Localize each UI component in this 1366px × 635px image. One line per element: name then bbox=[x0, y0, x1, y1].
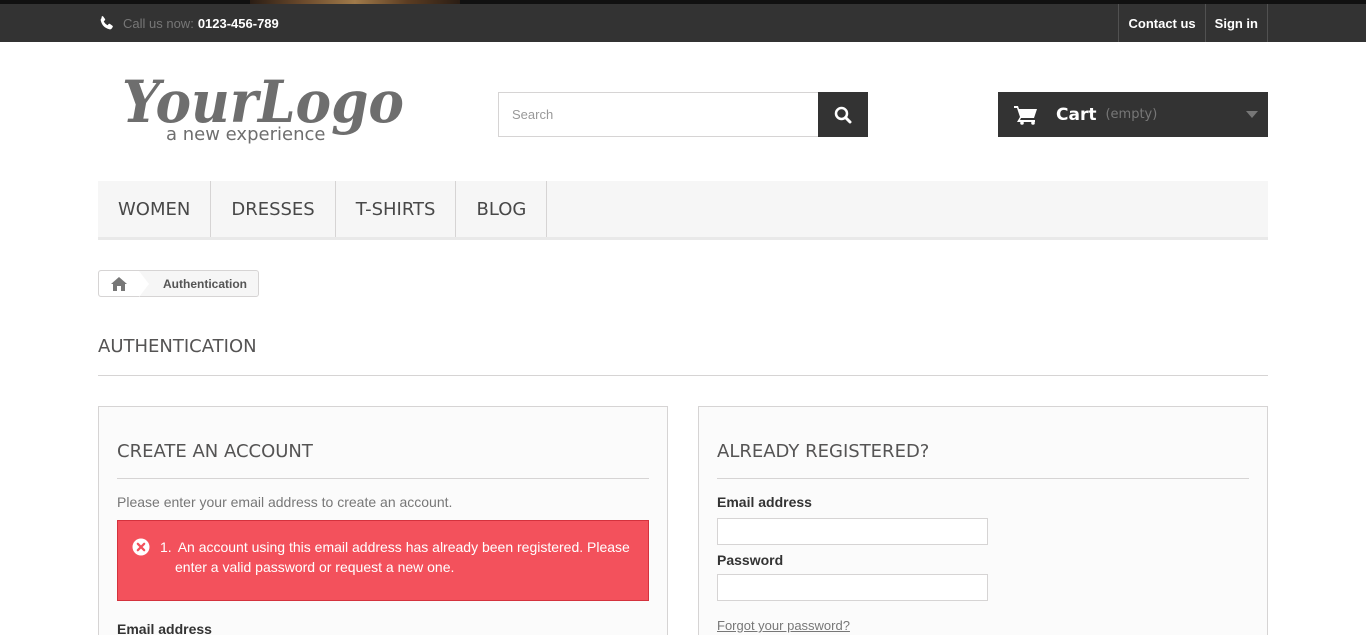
phone-number: 0123-456-789 bbox=[197, 15, 279, 31]
create-account-title: CREATE AN ACCOUNT bbox=[117, 441, 649, 479]
banner-strip bbox=[250, 0, 460, 4]
password-field[interactable] bbox=[717, 574, 988, 601]
error-text: An account using this email address has … bbox=[175, 539, 630, 575]
sign-in-link[interactable]: Sign in bbox=[1204, 4, 1268, 42]
create-email-label: Email address bbox=[117, 621, 212, 635]
search-button[interactable] bbox=[818, 92, 868, 137]
phone-icon bbox=[100, 15, 113, 29]
error-number: 1. bbox=[160, 539, 172, 555]
menu-item-women[interactable]: WOMEN bbox=[98, 181, 212, 237]
search-bar bbox=[498, 92, 868, 137]
create-account-panel: CREATE AN ACCOUNT Please enter your emai… bbox=[98, 406, 668, 635]
contact-us-link[interactable]: Contact us bbox=[1118, 4, 1204, 42]
breadcrumb-home[interactable] bbox=[99, 271, 139, 296]
error-message: 1. An account using this email address ha… bbox=[160, 537, 634, 577]
cart-button[interactable]: Cart (empty) bbox=[998, 92, 1268, 137]
password-label: Password bbox=[717, 552, 784, 568]
home-icon bbox=[111, 276, 127, 291]
logo-tagline: a new experience bbox=[166, 124, 325, 145]
call-us: Call us now: 0123-456-789 bbox=[98, 12, 279, 34]
cart-status: (empty) bbox=[1105, 107, 1158, 122]
menu-item-t-shirts[interactable]: T-SHIRTS bbox=[336, 181, 457, 237]
login-panel: ALREADY REGISTERED? Email address Passwo… bbox=[698, 406, 1268, 635]
main-menu: WOMEN DRESSES T-SHIRTS BLOG bbox=[98, 181, 1268, 240]
top-bar: Call us now: 0123-456-789 Contact us Sig… bbox=[0, 0, 1366, 42]
cart-icon bbox=[1014, 105, 1037, 125]
call-us-label: Call us now: bbox=[123, 15, 194, 31]
menu-item-blog[interactable]: BLOG bbox=[456, 181, 548, 237]
search-input[interactable] bbox=[498, 92, 818, 137]
error-list: 1. An account using this email address ha… bbox=[160, 537, 634, 600]
forgot-password-link[interactable]: Forgot your password? bbox=[717, 618, 850, 633]
breadcrumb-separator bbox=[139, 270, 149, 297]
breadcrumb-current: Authentication bbox=[163, 276, 247, 291]
chevron-down-icon[interactable] bbox=[1246, 111, 1258, 119]
breadcrumb: Authentication bbox=[98, 270, 259, 297]
close-icon bbox=[132, 538, 150, 556]
menu-item-dresses[interactable]: DRESSES bbox=[211, 181, 336, 237]
create-account-intro: Please enter your email address to creat… bbox=[117, 494, 453, 510]
login-title: ALREADY REGISTERED? bbox=[717, 441, 1249, 479]
email-field[interactable] bbox=[717, 518, 988, 545]
login-form: Email address Password Forgot your passw… bbox=[717, 494, 1249, 635]
error-alert: 1. An account using this email address ha… bbox=[117, 520, 649, 601]
top-links: Contact us Sign in bbox=[1118, 4, 1268, 42]
page-title: AUTHENTICATION bbox=[98, 336, 1268, 376]
search-icon bbox=[834, 106, 852, 123]
logo[interactable]: YourLogo a new experience bbox=[122, 62, 412, 152]
cart-label: Cart bbox=[1056, 104, 1097, 125]
login-email-label: Email address bbox=[717, 494, 812, 510]
